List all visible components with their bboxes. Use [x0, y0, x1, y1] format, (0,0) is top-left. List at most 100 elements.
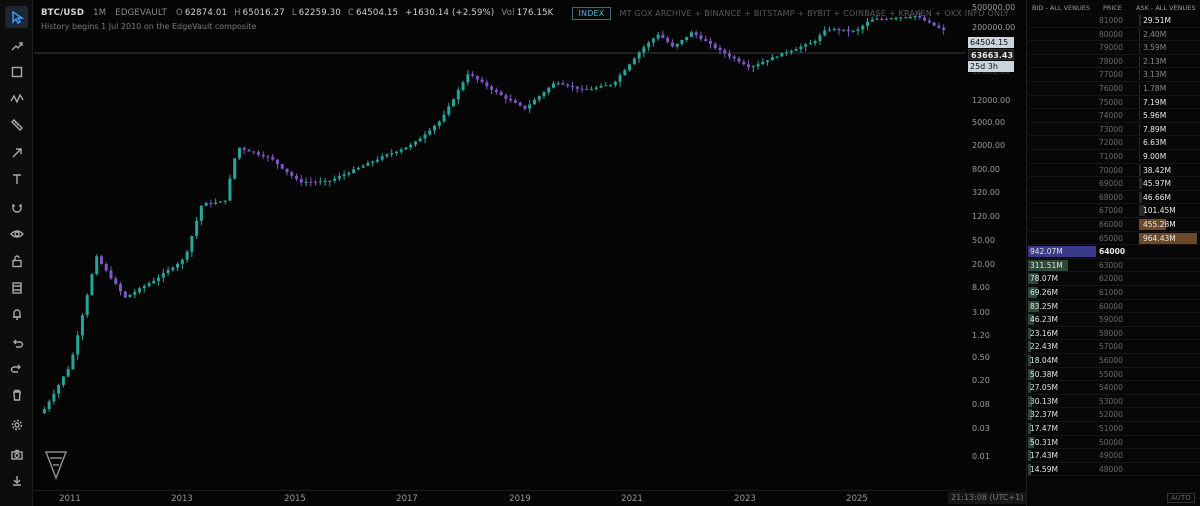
- ask-price: 76000: [1099, 84, 1123, 93]
- bid-row[interactable]: 14.59M 48000: [1027, 463, 1200, 477]
- ask-depth-bar: [1139, 151, 1140, 162]
- ask-row[interactable]: 68000 46.66M: [1027, 191, 1200, 205]
- candle-body: [233, 158, 237, 179]
- bid-row[interactable]: 50.31M 50000: [1027, 436, 1200, 450]
- bid-row[interactable]: 50.38M 55000: [1027, 368, 1200, 382]
- time-tick: 2011: [59, 494, 81, 504]
- bid-row[interactable]: 17.43M 49000: [1027, 449, 1200, 463]
- trash-icon[interactable]: [5, 384, 28, 406]
- bid-price: 50000: [1099, 437, 1123, 447]
- undo-icon[interactable]: [5, 333, 28, 355]
- ask-price: 68000: [1099, 192, 1123, 202]
- candle-body: [237, 147, 241, 159]
- settings-icon[interactable]: [5, 414, 28, 436]
- ask-row[interactable]: 69000 45.97M: [1027, 177, 1200, 191]
- price-tick: 8.00: [972, 283, 990, 292]
- ruler-icon[interactable]: [5, 114, 28, 136]
- ask-row[interactable]: 73000 7.89M: [1027, 123, 1200, 137]
- rectangle-icon[interactable]: [5, 61, 28, 83]
- open-value: 62874.01: [184, 8, 228, 18]
- magnet-icon[interactable]: [5, 196, 28, 218]
- candlestick-plot[interactable]: [34, 0, 966, 490]
- bid-price: 54000: [1099, 383, 1123, 393]
- bid-size: 50.31M: [1028, 436, 1058, 448]
- price-tick: 500000.00: [972, 3, 1016, 12]
- ask-row[interactable]: 77000 3.13M: [1027, 68, 1200, 82]
- ask-row[interactable]: 72000 6.63M: [1027, 136, 1200, 150]
- interval-label[interactable]: 1M: [93, 8, 106, 18]
- candle-body: [490, 86, 494, 90]
- bid-row[interactable]: 46.23M 59000: [1027, 313, 1200, 327]
- trend-line-icon[interactable]: [5, 35, 28, 57]
- volume-value: 176.15K: [516, 8, 554, 18]
- ask-row[interactable]: 74000 5.96M: [1027, 109, 1200, 123]
- candle-body: [837, 28, 841, 31]
- candle-body: [580, 88, 584, 90]
- ask-size: 38.42M: [1139, 164, 1197, 176]
- ask-row[interactable]: 65000 964.43M: [1027, 232, 1200, 246]
- ask-row[interactable]: 70000 38.42M: [1027, 164, 1200, 178]
- ask-price: 67000: [1099, 206, 1123, 216]
- film-icon[interactable]: [5, 277, 28, 299]
- index-badge[interactable]: INDEX: [572, 6, 611, 20]
- bid-row[interactable]: 311.51M 63000: [1027, 259, 1200, 273]
- candle-body: [361, 165, 365, 168]
- bid-size: 78.07M: [1028, 273, 1058, 285]
- candle-body: [133, 291, 137, 295]
- candle-body: [128, 294, 132, 298]
- ask-row[interactable]: 71000 9.00M: [1027, 150, 1200, 164]
- candle-body: [594, 87, 598, 90]
- ask-size: 9.00M: [1139, 151, 1167, 162]
- price-header: PRICE: [1103, 4, 1122, 12]
- time-axis[interactable]: 2011 2013 2015 2017 2019 2021 2023 2025: [34, 490, 966, 506]
- candle-body: [804, 44, 808, 47]
- ask-row[interactable]: 79000 3.59M: [1027, 41, 1200, 55]
- price-scale[interactable]: 500000.00 200000.00 12000.00 5000.00 2000.00…: [966, 0, 1026, 490]
- bid-row[interactable]: 32.37M 52000: [1027, 408, 1200, 422]
- candle-body: [927, 20, 931, 23]
- ask-row[interactable]: 66000 455.28M: [1027, 218, 1200, 232]
- ask-row[interactable]: 78000 2.13M: [1027, 55, 1200, 69]
- auto-scale-button[interactable]: AUTO: [1167, 493, 1195, 503]
- cursor-icon[interactable]: [5, 6, 28, 28]
- bid-row[interactable]: 78.07M 62000: [1027, 272, 1200, 286]
- arrow-icon[interactable]: [5, 142, 28, 164]
- redo-icon[interactable]: [5, 358, 28, 380]
- candle-body: [176, 263, 180, 268]
- ask-row[interactable]: 80000 2.40M: [1027, 28, 1200, 42]
- eye-icon[interactable]: [5, 223, 28, 245]
- candle-body: [71, 354, 75, 370]
- symbol-name[interactable]: BTC/USD: [41, 8, 84, 18]
- bid-row[interactable]: 69.26M 61000: [1027, 286, 1200, 300]
- bid-row[interactable]: 23.16M 58000: [1027, 327, 1200, 341]
- candle-body: [523, 105, 527, 109]
- clock-label[interactable]: 21:13:08 (UTC+1): [948, 492, 1027, 504]
- bid-row[interactable]: 18.04M 56000: [1027, 354, 1200, 368]
- text-icon[interactable]: [5, 168, 28, 190]
- candle-body: [318, 181, 322, 183]
- candle-body: [471, 74, 475, 77]
- price-tick: 0.01: [972, 452, 990, 461]
- camera-icon[interactable]: [5, 444, 28, 466]
- candle-body: [380, 156, 384, 160]
- ask-row[interactable]: 75000 7.19M: [1027, 96, 1200, 110]
- bid-row[interactable]: 27.05M 54000: [1027, 381, 1200, 395]
- ask-row[interactable]: 76000 1.78M: [1027, 82, 1200, 96]
- time-tick: 2019: [509, 494, 531, 504]
- candle-body: [813, 41, 817, 44]
- bid-row[interactable]: 83.25M 60000: [1027, 300, 1200, 314]
- bell-icon[interactable]: [5, 303, 28, 325]
- mid-row[interactable]: 942.07M 64000: [1027, 245, 1200, 259]
- ask-row[interactable]: 81000 29.51M: [1027, 14, 1200, 28]
- candle-body: [494, 89, 498, 93]
- candle-body: [756, 64, 760, 67]
- pattern-icon[interactable]: [5, 88, 28, 110]
- bid-row[interactable]: 30.13M 53000: [1027, 395, 1200, 409]
- bid-row[interactable]: 22.43M 57000: [1027, 340, 1200, 354]
- lock-icon[interactable]: [5, 250, 28, 272]
- download-icon[interactable]: [5, 470, 28, 492]
- bid-row[interactable]: 17.47M 51000: [1027, 422, 1200, 436]
- price-chart[interactable]: [34, 0, 966, 490]
- ask-row[interactable]: 67000 101.45M: [1027, 204, 1200, 218]
- price-tick: 800.00: [972, 165, 1000, 174]
